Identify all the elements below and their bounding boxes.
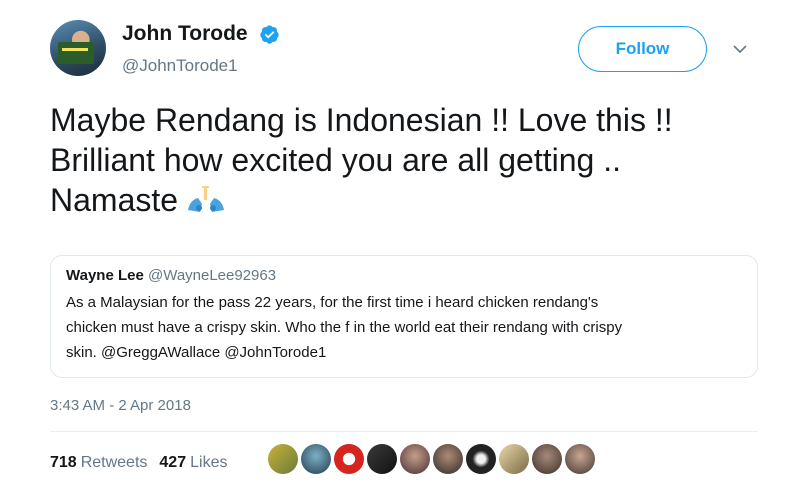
author-avatar[interactable] [50, 20, 106, 76]
liker-avatar-5[interactable] [400, 444, 430, 474]
follow-button[interactable]: Follow [578, 26, 707, 72]
quoted-tweet-text: As a Malaysian for the pass 22 years, fo… [66, 290, 742, 365]
tweet-line: Brilliant how excited you are all gettin… [50, 142, 621, 178]
tweet-stats: 718 Retweets 427 Likes [50, 454, 227, 472]
tweet-line-text: Namaste [50, 182, 179, 218]
liker-avatar-8[interactable] [499, 444, 529, 474]
liker-avatar-7[interactable] [466, 444, 496, 474]
retweets-label: Retweets [80, 454, 148, 471]
quoted-line: chicken must have a crispy skin. Who the… [66, 319, 623, 336]
liker-avatar-3[interactable] [334, 444, 364, 474]
quoted-tweet[interactable]: Wayne Lee @WayneLee92963 As a Malaysian … [50, 255, 758, 378]
divider [50, 431, 758, 432]
retweets-count: 718 [50, 454, 77, 471]
liker-avatar-4[interactable] [367, 444, 397, 474]
quoted-author-name: Wayne Lee [66, 267, 144, 284]
liker-avatar-6[interactable] [433, 444, 463, 474]
tweet-line: Maybe Rendang is Indonesian !! Love this… [50, 102, 673, 138]
liker-avatars [268, 444, 595, 474]
author-display-name[interactable]: John Torode [122, 22, 248, 46]
tweet-line: Namaste [50, 180, 770, 220]
folded-hands-icon [188, 185, 225, 212]
avatar-book-graphic [58, 42, 94, 64]
liker-avatar-9[interactable] [532, 444, 562, 474]
chevron-down-icon[interactable] [731, 40, 749, 58]
quoted-line: skin. @GreggAWallace @JohnTorode1 [66, 344, 327, 361]
likes-label: Likes [190, 454, 228, 471]
likes-stat[interactable]: 427 Likes [159, 454, 227, 472]
likes-count: 427 [159, 454, 187, 471]
tweet-text: Maybe Rendang is Indonesian !! Love this… [50, 100, 770, 220]
verified-badge-icon [260, 25, 279, 44]
quoted-author-handle: @WayneLee92963 [147, 267, 277, 284]
retweets-stat[interactable]: 718 Retweets [50, 454, 147, 472]
liker-avatar-2[interactable] [301, 444, 331, 474]
quoted-tweet-header: Wayne Lee @WayneLee92963 [66, 266, 742, 286]
quoted-line: As a Malaysian for the pass 22 years, fo… [66, 294, 599, 311]
tweet-timestamp[interactable]: 3:43 AM - 2 Apr 2018 [50, 397, 191, 414]
author-handle[interactable]: @JohnTorode1 [122, 56, 238, 76]
liker-avatar-10[interactable] [565, 444, 595, 474]
liker-avatar-1[interactable] [268, 444, 298, 474]
